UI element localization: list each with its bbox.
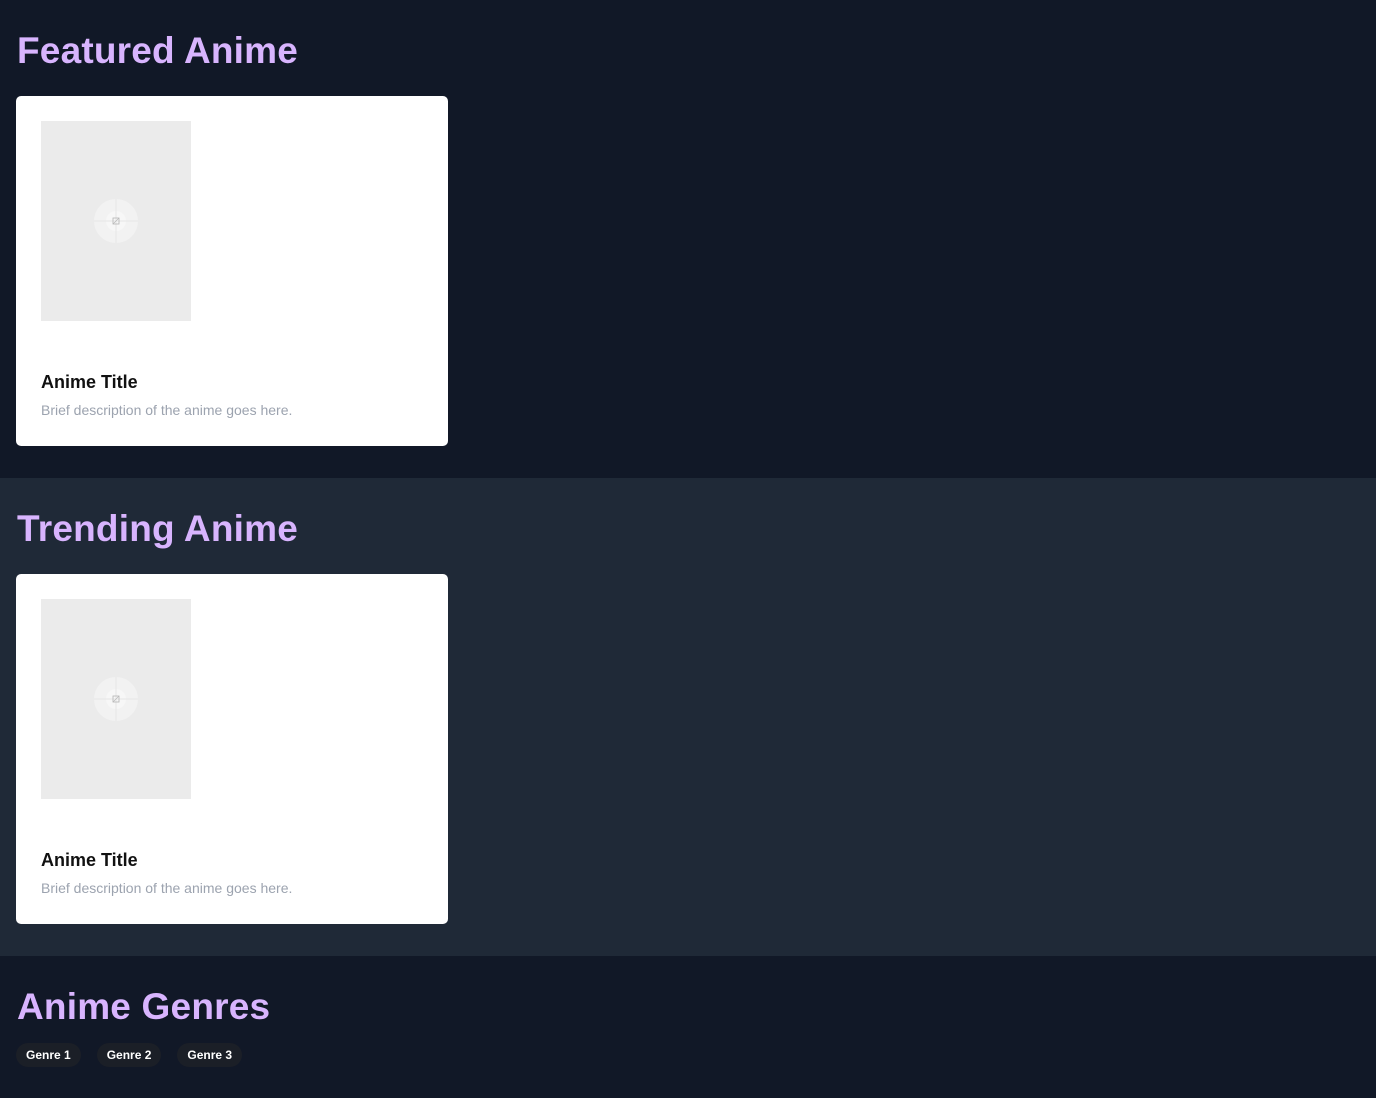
image-placeholder-icon	[94, 199, 138, 243]
featured-anime-card[interactable]: Anime Title Brief description of the ani…	[16, 96, 448, 446]
trending-anime-card[interactable]: Anime Title Brief description of the ani…	[16, 574, 448, 924]
genre-tag[interactable]: Genre 3	[177, 1043, 243, 1067]
trending-section: Trending Anime Anime Title Brief descrip…	[0, 478, 1376, 956]
featured-title: Featured Anime	[17, 30, 299, 71]
featured-section: Featured Anime Anime Title Brief descrip…	[0, 0, 1376, 478]
genre-tag[interactable]: Genre 1	[16, 1043, 81, 1067]
genres-title: Anime Genres	[17, 986, 271, 1027]
anime-card-title[interactable]: Anime Title	[41, 850, 138, 871]
anime-poster	[41, 599, 191, 799]
genre-list: Genre 1 Genre 2 Genre 3	[16, 1043, 243, 1067]
anime-card-description: Brief description of the anime goes here…	[41, 880, 293, 896]
anime-card-description: Brief description of the anime goes here…	[41, 402, 293, 418]
genres-section: Anime Genres Genre 1 Genre 2 Genre 3	[0, 956, 1376, 1098]
trending-title: Trending Anime	[17, 508, 299, 549]
genre-tag[interactable]: Genre 2	[96, 1043, 162, 1067]
image-placeholder-icon	[94, 677, 138, 721]
anime-card-title[interactable]: Anime Title	[41, 372, 138, 393]
anime-poster	[41, 121, 191, 321]
